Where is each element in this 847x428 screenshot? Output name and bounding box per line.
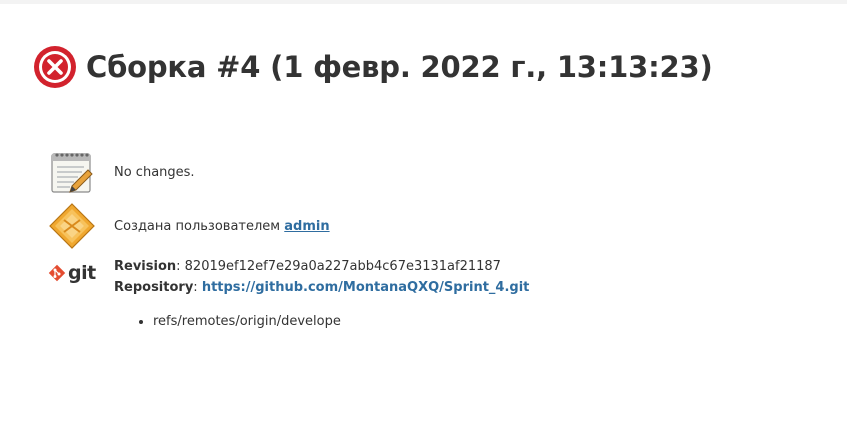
notepad-icon [48, 148, 96, 196]
changes-row: No changes. [48, 148, 195, 196]
branch-list: refs/remotes/origin/develope [135, 312, 341, 332]
revision-label: Revision [114, 259, 177, 274]
git-logo: git [48, 262, 96, 284]
page-title: Сборка #4 (1 февр. 2022 г., 13:13:23) [86, 50, 713, 84]
revision-hash: 82019ef12ef7e29a0a227abb4c67e3131af21187 [184, 259, 501, 274]
cause-row: Создана пользователем admin [48, 202, 330, 250]
cause-prefix: Создана пользователем [114, 218, 281, 234]
git-logo-text: git [68, 262, 96, 284]
git-details: Revision: 82019ef12ef7e29a0a227abb4c67e3… [114, 256, 529, 298]
revision-line: Revision: 82019ef12ef7e29a0a227abb4c67e3… [114, 259, 501, 274]
repository-link[interactable]: https://github.com/MontanaQXQ/Sprint_4.g… [202, 280, 530, 295]
no-changes-text: No changes. [114, 164, 195, 180]
repository-line: Repository: https://github.com/MontanaQX… [114, 280, 530, 295]
git-icon [48, 264, 66, 282]
user-cause-icon [48, 202, 96, 250]
failed-status-icon [34, 46, 76, 88]
cause-text: Создана пользователем admin [114, 219, 330, 234]
build-header: Сборка #4 (1 февр. 2022 г., 13:13:23) [32, 44, 713, 90]
user-link-admin[interactable]: admin [284, 219, 329, 234]
list-item: refs/remotes/origin/develope [153, 312, 341, 332]
top-bar [0, 0, 847, 4]
repository-label: Repository [114, 280, 194, 295]
